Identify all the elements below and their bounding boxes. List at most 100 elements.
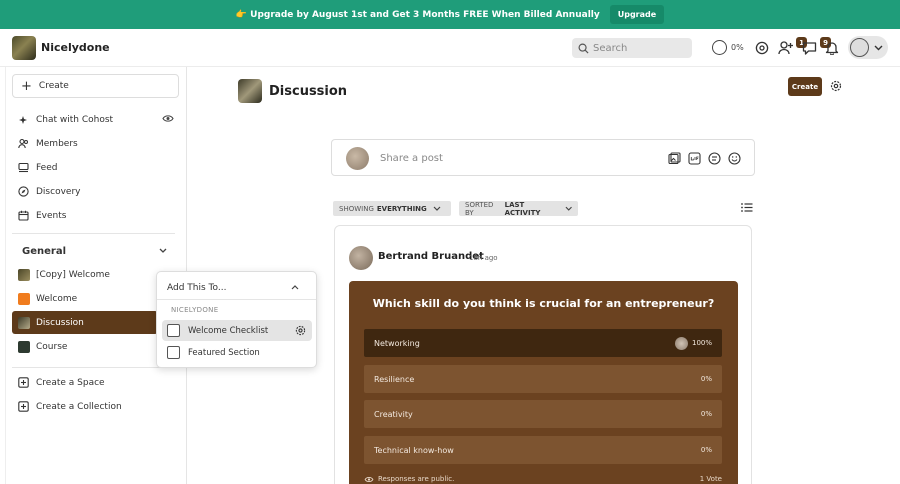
banner-text: 👉 Upgrade by August 1st and Get 3 Months… [235, 9, 600, 20]
checkbox[interactable] [167, 346, 180, 359]
sidebar-item-label: Create a Collection [36, 401, 122, 412]
sort-prefix: SORTED BY [465, 200, 494, 217]
menu-item-featured-section[interactable]: Featured Section [162, 342, 312, 363]
sidebar-item-chat-with-cohost[interactable]: Chat with Cohost [18, 114, 113, 125]
chat-icon[interactable] [802, 41, 817, 55]
checkbox[interactable] [167, 324, 180, 337]
plus-icon: + [21, 78, 32, 94]
sidebar-item-label: Create a Space [36, 377, 105, 388]
sidebar-divider [12, 233, 175, 234]
poll-footer: Responses are public. 1 Vote [364, 475, 722, 483]
space-header-thumbnail [238, 79, 262, 103]
chevron-down-icon [565, 206, 572, 211]
space-thumbnail [18, 317, 30, 329]
sidebar-item-members[interactable]: Members [18, 138, 78, 149]
add-this-to-menu: Add This To... NICELYDONE Welcome Checkl… [156, 271, 317, 368]
poll-option-label: Technical know-how [374, 445, 454, 455]
sidebar-space-discussion[interactable]: Discussion [18, 317, 84, 329]
sparkle-icon [18, 114, 29, 125]
showing-filter-dropdown[interactable]: SHOWING EVERYTHING [333, 201, 451, 216]
chevron-down-icon[interactable] [159, 248, 167, 254]
sidebar-create-label: Create [38, 81, 69, 91]
poll-option-label: Resilience [374, 374, 415, 384]
gear-icon[interactable] [830, 80, 842, 92]
poll-option-label: Creativity [374, 409, 413, 419]
avatar [850, 38, 869, 57]
feed-icon [18, 162, 29, 173]
sidebar-item-feed[interactable]: Feed [18, 162, 57, 173]
menu-item-welcome-checklist[interactable]: Welcome Checklist [162, 320, 312, 341]
poll-option[interactable]: Creativity 0% [364, 400, 722, 428]
image-icon[interactable] [668, 152, 681, 165]
poll-vote-count: 1 Vote [699, 475, 722, 483]
voter-avatar [674, 336, 688, 350]
bell-icon[interactable] [825, 40, 839, 55]
filter-value: EVERYTHING [376, 204, 427, 213]
sidebar-item-label: Feed [36, 162, 58, 173]
chevron-down-icon [433, 206, 441, 211]
menu-header[interactable]: Add This To... [167, 283, 226, 293]
sidebar-item-label: Chat with Cohost [36, 114, 114, 125]
upgrade-button[interactable]: Upgrade [609, 5, 665, 24]
sort-dropdown[interactable]: SORTED BY LAST ACTIVITY [459, 200, 578, 217]
progress-ring-icon[interactable] [712, 40, 727, 55]
poll-option[interactable]: Resilience 0% [364, 365, 722, 393]
community-name[interactable]: Nicelydone [41, 41, 110, 54]
poll-icon[interactable] [708, 152, 721, 165]
share-post-placeholder: Share a post [380, 153, 443, 164]
create-collection-button[interactable]: Create a Collection [18, 401, 122, 412]
menu-divider [157, 299, 316, 300]
poll-option[interactable]: Networking 100% [364, 329, 722, 357]
avatar [346, 147, 369, 170]
menu-item-label: Welcome Checklist [188, 325, 269, 336]
space-thumbnail [18, 293, 30, 305]
plus-square-icon [18, 377, 29, 388]
eye-icon[interactable] [162, 114, 174, 123]
sidebar-space-course[interactable]: Course [18, 341, 67, 353]
page-title: Discussion [269, 84, 348, 99]
add-member-icon[interactable] [778, 40, 794, 55]
author-avatar[interactable] [349, 246, 373, 270]
gif-icon[interactable] [688, 152, 701, 165]
poll-visibility-note: Responses are public. [378, 475, 455, 483]
sidebar-create-button[interactable]: + Create [12, 74, 179, 98]
compass-icon [18, 186, 29, 197]
poll-option[interactable]: Technical know-how 0% [364, 436, 722, 464]
poll-option-label: Networking [374, 338, 420, 348]
poll-option-percent: 0% [700, 375, 712, 383]
section-title-general[interactable]: General [22, 246, 66, 257]
sort-value: LAST ACTIVITY [504, 200, 541, 217]
emoji-icon[interactable] [728, 152, 741, 165]
upgrade-banner: 👉 Upgrade by August 1st and Get 3 Months… [0, 0, 900, 29]
create-post-button[interactable]: Create [788, 77, 822, 96]
poll-question: Which skill do you think is crucial for … [372, 297, 715, 310]
sidebar-item-events[interactable]: Events [18, 210, 66, 221]
post-timestamp: 18h ago [469, 254, 498, 262]
gear-icon[interactable] [295, 325, 306, 336]
sidebar-item-discovery[interactable]: Discovery [18, 186, 80, 197]
poll-option-percent: 0% [700, 446, 712, 454]
chevron-up-icon[interactable] [291, 285, 299, 290]
community-logo[interactable] [12, 36, 36, 60]
chevron-down-icon [874, 45, 883, 50]
search-input[interactable]: Search [572, 38, 692, 58]
sidebar-space-copy-welcome[interactable]: [Copy] Welcome [18, 269, 110, 281]
calendar-icon [18, 210, 29, 221]
profile-menu[interactable] [848, 36, 888, 59]
sidebar-item-label: Members [36, 138, 78, 149]
poll-option-percent: 100% [691, 339, 712, 347]
sidebar-item-label: Welcome [36, 294, 78, 304]
sidebar-space-welcome[interactable]: Welcome [18, 293, 77, 305]
settings-icon[interactable] [755, 41, 769, 55]
sidebar-item-label: Course [36, 342, 68, 352]
create-space-button[interactable]: Create a Space [18, 377, 105, 388]
sidebar-item-label: [Copy] Welcome [36, 270, 110, 280]
list-view-icon[interactable] [741, 202, 753, 213]
filter-prefix: SHOWING [339, 204, 374, 213]
eye-icon [364, 476, 374, 482]
sidebar-item-label: Discovery [36, 186, 81, 197]
members-icon [18, 138, 29, 149]
author-name[interactable]: Bertrand Bruandet [378, 251, 484, 262]
menu-item-label: Featured Section [188, 347, 260, 358]
menu-group-label: NICELYDONE [171, 306, 219, 314]
